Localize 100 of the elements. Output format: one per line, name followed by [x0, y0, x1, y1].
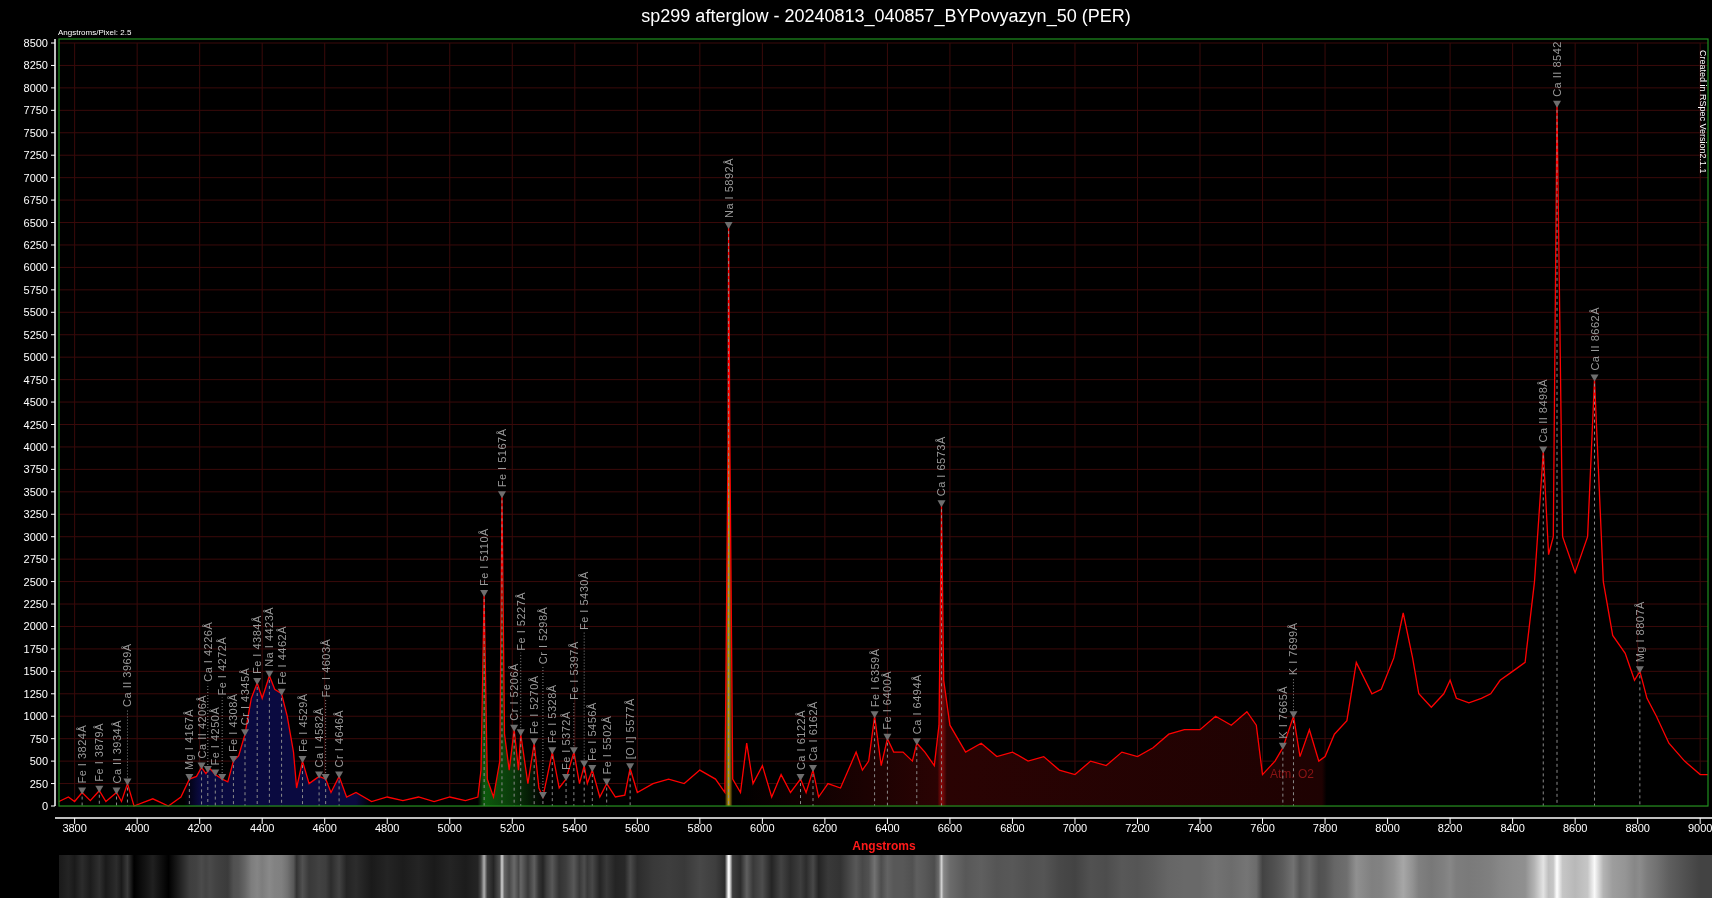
line-label: Ca I 6494Å: [910, 674, 923, 735]
x-tick-label: 4000: [124, 822, 150, 834]
peak-marker: [298, 756, 307, 807]
x-tick-label: 5200: [500, 822, 525, 834]
line-label: Ca II 8542: [1551, 41, 1563, 97]
line-label: Fe I 4603Å: [319, 638, 332, 698]
peak-marker: [95, 785, 104, 807]
y-tick-label: 0: [41, 800, 48, 812]
peak-marker: [809, 765, 817, 807]
line-label: Fe I 6359Å: [868, 648, 881, 708]
line-label: Ca II 8662Å: [1588, 307, 1601, 371]
x-tick-label: 5400: [562, 822, 588, 834]
y-tick-label: 7750: [23, 104, 48, 117]
y-tick-label: 4500: [23, 396, 48, 409]
x-tick-label: 7600: [1250, 822, 1275, 834]
peak-marker: [335, 771, 344, 807]
x-tick-label: 6400: [875, 822, 900, 834]
line-label: Fe I 4250Å: [209, 706, 222, 766]
x-tick-label: 8000: [1375, 822, 1400, 834]
line-label: Fe I 4308Å: [227, 693, 240, 753]
line-label: Ca I 6573Å: [935, 436, 948, 497]
line-label: Fe I 5328Å: [546, 684, 559, 744]
x-tick-label: 5600: [625, 822, 650, 834]
line-label: Fe I 3824Å: [76, 724, 89, 784]
line-label: Cr I 5298Å: [536, 606, 549, 665]
x-tick-label: 4200: [187, 822, 212, 834]
line-label: Ca I 6162Å: [807, 701, 819, 762]
line-label: Fe I 5270Å: [528, 675, 541, 735]
line-label: Fe I 4384Å: [251, 615, 264, 674]
line-label: Fe I 5397Å: [567, 641, 580, 701]
x-tick-label: 7200: [1125, 822, 1150, 834]
y-tick-label: 3250: [23, 508, 48, 521]
line-label: Mg I 4167Å: [183, 708, 196, 771]
y-tick-label: 750: [29, 732, 48, 745]
y-tick-label: 8000: [23, 81, 48, 94]
peak-marker: [912, 738, 921, 807]
y-tick-label: 7250: [23, 149, 48, 162]
x-tick-label: 6600: [937, 822, 963, 834]
line-label: Fe I 5502Å: [600, 715, 613, 775]
y-tick-label: 5250: [23, 328, 48, 341]
y-tick-label: 250: [29, 777, 48, 790]
line-label: Ca II 8498Å: [1537, 378, 1550, 443]
y-tick-label: 1000: [23, 710, 48, 723]
y-tick-label: 4250: [23, 418, 48, 431]
peak-marker: [796, 774, 805, 807]
y-tick-label: 1750: [23, 642, 48, 655]
line-label: Fe I 6400Å: [881, 670, 894, 730]
line-label: Ca I 6122Å: [794, 710, 807, 771]
x-tick-label: 4600: [312, 822, 337, 834]
y-tick-label: 1250: [23, 687, 48, 700]
line-label: Na I 4423Å: [263, 606, 276, 667]
y-tick-label: 2000: [23, 620, 48, 633]
x-tick-label: 3800: [62, 822, 87, 834]
peak-marker: [185, 774, 194, 807]
line-label: Fe I 5430Å: [578, 571, 591, 631]
credit-note: Created in RSpec Version2.1.1: [1698, 50, 1708, 174]
x-tick-label: 6800: [1000, 822, 1025, 834]
peak-marker: [229, 756, 238, 807]
y-tick-label: 8250: [23, 59, 48, 72]
y-tick-label: 7500: [23, 126, 48, 139]
band-label: Atm. O2: [1270, 767, 1314, 781]
y-tick-label: 5750: [23, 283, 48, 296]
y-tick-label: 500: [29, 755, 48, 768]
peak-marker: [112, 787, 121, 807]
y-tick-label: 6000: [23, 261, 48, 274]
x-tick-label: 4400: [249, 822, 275, 834]
line-label: Cr I 5206Å: [508, 663, 521, 721]
peak-marker: [78, 787, 87, 807]
y-tick-label: 4750: [23, 373, 48, 386]
x-tick-label: 4800: [375, 822, 400, 834]
line-label: Fe I 5227Å: [514, 591, 527, 651]
x-tick-label: 7800: [1312, 822, 1338, 834]
y-tick-label: 5500: [23, 306, 48, 319]
line-label: K I 7699Å: [1287, 622, 1300, 676]
y-tick-label: 3000: [23, 530, 48, 543]
line-label: Fe I 4462Å: [275, 625, 288, 685]
chart-title: sp299 afterglow - 20240813_040857_BYPovyazyn_50 (PER): [641, 6, 1131, 26]
line-label: Fe I 4272Å: [216, 636, 229, 696]
line-label: K I 7665Å: [1276, 685, 1289, 739]
y-tick-label: 8500: [23, 37, 48, 49]
line-label: Mg I 8807Å: [1633, 601, 1646, 663]
y-tick-label: 2250: [23, 598, 48, 611]
line-label: Ca II 4206Å: [195, 694, 208, 759]
line-label: Ca I 4582Å: [313, 707, 326, 768]
y-tick-label: 3500: [23, 485, 48, 498]
y-tick-label: 4000: [23, 440, 48, 453]
y-tick-label: 7000: [23, 171, 48, 184]
line-label: Cr I 4646Å: [333, 709, 346, 768]
line-label: Fe I 5456Å: [586, 702, 599, 762]
y-tick-label: 2750: [23, 553, 48, 566]
y-tick-label: 6250: [23, 238, 48, 251]
y-tick-label: 5000: [23, 351, 48, 364]
x-tick-label: 7000: [1062, 822, 1088, 834]
x-axis-label: Angstroms: [852, 839, 916, 853]
line-label: Fe I 5372Å: [560, 711, 573, 771]
line-label: Ca II 3969Å: [121, 643, 134, 707]
x-tick-label: 8200: [1437, 822, 1463, 834]
y-tick-label: 6750: [23, 194, 48, 207]
line-label: Fe I 5167Å: [495, 428, 508, 488]
x-tick-label: 6200: [812, 822, 838, 834]
